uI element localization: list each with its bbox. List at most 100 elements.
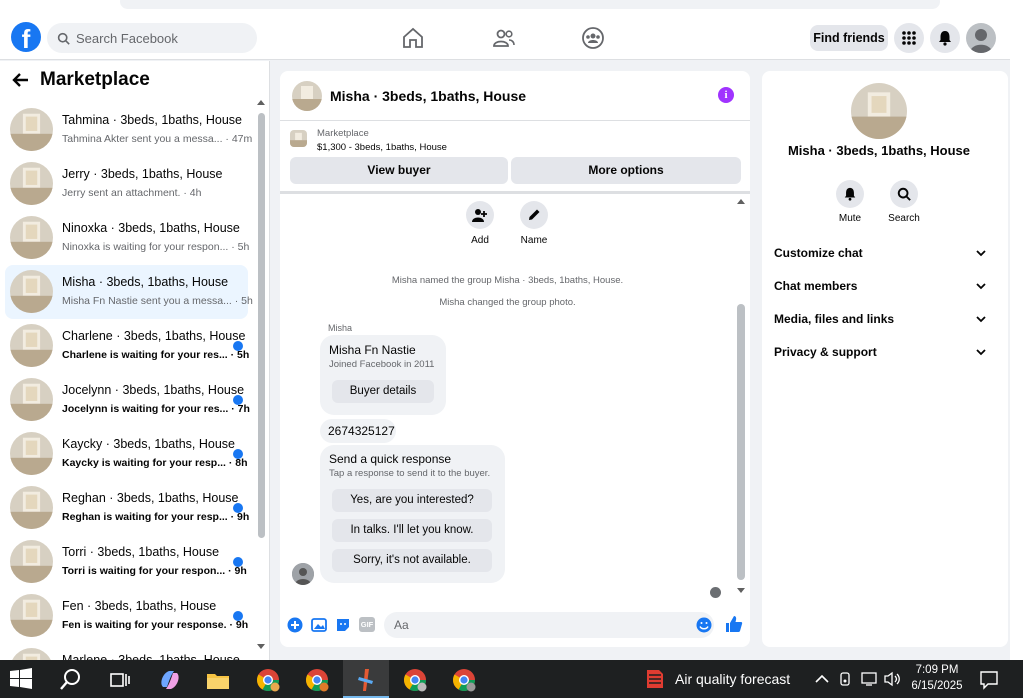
network-icon[interactable] — [861, 671, 879, 687]
quick-response-button[interactable]: Sorry, it's not available. — [332, 549, 492, 572]
conversation-item[interactable]: Jocelynn · 3beds, 1baths, House Jocelynn … — [5, 373, 250, 427]
unread-dot — [233, 449, 243, 459]
scroll-down-icon[interactable] — [737, 588, 745, 594]
page-scrollbar[interactable] — [1010, 16, 1023, 660]
conversation-item[interactable]: Fen · 3beds, 1baths, House Fen is waiting… — [5, 589, 248, 643]
search-conversation-action[interactable]: Search — [880, 180, 928, 224]
windows-start-icon[interactable] — [10, 668, 32, 690]
conversation-item[interactable]: Tahmina · 3beds, 1baths, House Tahmina Ak… — [5, 103, 252, 157]
settings-section[interactable]: Media, files and links — [774, 307, 986, 331]
conversation-item[interactable]: Marlene · 3beds, 1baths, House — [5, 643, 248, 660]
conversation-item[interactable]: Charlene · 3beds, 1baths, House Charlene … — [5, 319, 249, 373]
sticker-icon[interactable] — [335, 617, 351, 633]
conversation-preview: Fen is waiting for your response. · 9h — [62, 619, 249, 631]
conversation-name: Fen · 3beds, 1baths, House — [62, 599, 217, 613]
back-arrow-icon[interactable] — [12, 71, 30, 89]
chrome-icon[interactable] — [255, 667, 281, 693]
quick-response-button[interactable]: Yes, are you interested? — [332, 489, 492, 512]
windows-taskbar: Air quality forecast 7:09 PM 6/15/2025 — [0, 660, 1023, 698]
scroll-up-icon[interactable] — [257, 99, 265, 105]
home-icon[interactable] — [401, 26, 425, 50]
conversation-preview: Tahmina Akter sent you a messa... · 47m — [62, 133, 253, 145]
conversation-name: Misha · 3beds, 1baths, House — [62, 275, 229, 289]
chat-avatar[interactable] — [292, 81, 322, 111]
photo-icon[interactable] — [311, 617, 327, 633]
quick-response-subtitle: Tap a response to send it to the buyer. — [329, 468, 491, 479]
unread-dot — [233, 503, 243, 513]
meet-now-icon[interactable] — [838, 671, 854, 687]
info-icon[interactable]: i — [718, 87, 734, 103]
unread-dot — [233, 557, 243, 567]
pinned-app-icon[interactable] — [353, 667, 379, 693]
conversation-preview: Ninoxka is waiting for your respon... · … — [62, 241, 250, 253]
chevron-down-icon — [976, 349, 986, 356]
quick-response-button[interactable]: In talks. I'll let you know. — [332, 519, 492, 542]
chrome-icon[interactable] — [304, 667, 330, 693]
search-box[interactable] — [47, 23, 257, 53]
notifications-button[interactable] — [930, 23, 960, 53]
chevron-up-icon[interactable] — [814, 671, 830, 687]
settings-section[interactable]: Chat members — [774, 274, 986, 298]
unread-dot — [233, 611, 243, 621]
conversation-name: Tahmina · 3beds, 1baths, House — [62, 113, 242, 127]
conversation-item[interactable]: Misha · 3beds, 1baths, House Misha Fn Nas… — [5, 265, 253, 319]
scrollbar-thumb[interactable] — [737, 304, 745, 580]
conversation-scrollbar[interactable] — [255, 99, 267, 659]
add-label: Add — [471, 235, 489, 246]
chat-scrollbar[interactable] — [735, 194, 747, 594]
menu-button[interactable] — [894, 23, 924, 53]
settings-section[interactable]: Customize chat — [774, 241, 986, 265]
add-people-action[interactable]: Add — [455, 201, 505, 246]
conversation-avatar — [10, 270, 53, 313]
view-buyer-button[interactable]: View buyer — [290, 157, 508, 184]
address-bar[interactable] — [120, 0, 940, 9]
emoji-icon[interactable] — [696, 617, 712, 633]
find-friends-button[interactable]: Find friends — [810, 25, 888, 51]
user-silhouette-icon — [970, 29, 992, 53]
conversation-item[interactable]: Kaycky · 3beds, 1baths, House Kaycky is w… — [5, 427, 248, 481]
plus-circle-icon[interactable] — [287, 617, 303, 633]
scroll-up-icon[interactable] — [737, 198, 745, 204]
system-clock[interactable]: 7:09 PM 6/15/2025 — [905, 662, 969, 694]
groups-icon[interactable] — [581, 26, 605, 50]
conversation-avatar — [10, 378, 53, 421]
sender-avatar[interactable] — [292, 563, 314, 585]
more-options-button[interactable]: More options — [511, 157, 741, 184]
copilot-icon[interactable] — [157, 667, 183, 693]
scroll-down-icon[interactable] — [257, 644, 265, 650]
conversation-avatar — [10, 540, 53, 583]
message-input[interactable] — [394, 618, 684, 632]
scrollbar-thumb[interactable] — [258, 113, 265, 538]
buyer-details-button[interactable]: Buyer details — [332, 380, 434, 403]
air-quality-icon[interactable] — [643, 667, 667, 691]
chrome-icon[interactable] — [451, 667, 477, 693]
search-icon[interactable] — [58, 667, 84, 693]
weather-widget-text[interactable]: Air quality forecast — [675, 671, 790, 687]
conversation-item[interactable]: Torri · 3beds, 1baths, House Torri is wai… — [5, 535, 248, 589]
profile-avatar[interactable] — [966, 23, 996, 53]
chrome-icon[interactable] — [402, 667, 428, 693]
name-group-action[interactable]: Name — [509, 201, 559, 246]
page-title: Marketplace — [40, 69, 150, 90]
conversation-preview: Kaycky is waiting for your resp... · 8h — [62, 457, 248, 469]
message-field[interactable] — [384, 612, 714, 638]
conversation-item[interactable]: Jerry · 3beds, 1baths, House Jerry sent a… — [5, 157, 248, 211]
unread-dot — [233, 341, 243, 351]
name-label: Name — [520, 235, 548, 246]
conversation-item[interactable]: Reghan · 3beds, 1baths, House Reghan is w… — [5, 481, 249, 535]
friends-icon[interactable] — [492, 26, 516, 50]
file-explorer-icon[interactable] — [205, 667, 231, 693]
settings-section[interactable]: Privacy & support — [774, 340, 986, 364]
facebook-logo[interactable]: f — [11, 22, 41, 52]
thumbs-up-icon[interactable] — [725, 615, 743, 633]
notification-center-icon[interactable] — [979, 670, 999, 690]
browser-strip — [0, 0, 1023, 16]
conversation-name: Kaycky · 3beds, 1baths, House — [62, 437, 236, 451]
mute-action[interactable]: Mute — [826, 180, 874, 224]
task-view-icon[interactable] — [107, 667, 133, 693]
group-photo[interactable] — [851, 83, 907, 139]
volume-icon[interactable] — [884, 671, 902, 687]
conversation-item[interactable]: Ninoxka · 3beds, 1baths, House Ninoxka is… — [5, 211, 250, 265]
gif-button[interactable]: GIF — [359, 617, 375, 632]
search-input[interactable] — [76, 30, 246, 46]
